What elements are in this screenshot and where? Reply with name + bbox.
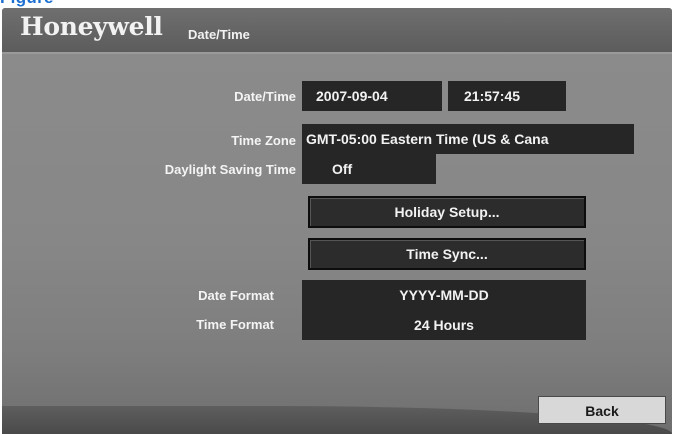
timezone-field[interactable]: GMT-05:00 Eastern Time (US & Cana [302, 124, 634, 154]
date-format-field[interactable]: YYYY-MM-DD [302, 280, 586, 310]
datetime-label: Date/Time [234, 89, 296, 104]
date-field[interactable]: 2007-09-04 [302, 81, 442, 111]
time-sync-button[interactable]: Time Sync... [308, 238, 586, 270]
date-format-label: Date Format [198, 288, 274, 303]
holiday-setup-button[interactable]: Holiday Setup... [308, 196, 586, 228]
dvr-screen: Honeywell Date/Time Date/Time 2007-09-04… [2, 8, 672, 434]
back-button[interactable]: Back [538, 396, 666, 424]
figure-caption: Figure [0, 0, 54, 8]
time-format-label: Time Format [196, 317, 274, 332]
page-title: Date/Time [188, 27, 250, 42]
figure-caption-strip: Figure [0, 0, 674, 8]
dst-label: Daylight Saving Time [164, 162, 296, 177]
timezone-label: Time Zone [231, 133, 296, 148]
time-field[interactable]: 21:57:45 [448, 81, 566, 111]
time-format-field[interactable]: 24 Hours [302, 310, 586, 340]
title-bar: Honeywell Date/Time [2, 8, 672, 54]
dst-field[interactable]: Off [302, 154, 436, 184]
brand-logo: Honeywell [20, 12, 163, 41]
